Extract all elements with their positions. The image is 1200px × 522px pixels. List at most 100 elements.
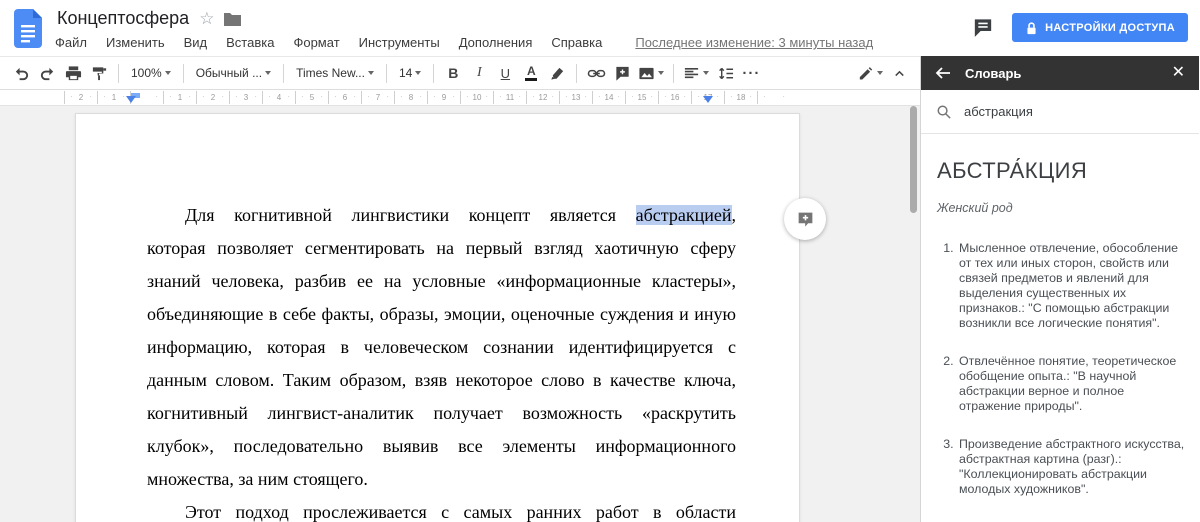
lock-icon [1025, 21, 1038, 35]
insert-comment-button[interactable] [609, 60, 635, 86]
menu-help[interactable]: Справка [551, 35, 602, 50]
add-comment-icon [796, 210, 815, 229]
ruler-cell: 11 [493, 91, 526, 104]
redo-button[interactable] [34, 60, 60, 86]
ruler-cell: 1 [163, 91, 196, 104]
back-arrow-icon[interactable] [935, 66, 951, 80]
menu-format[interactable]: Формат [293, 35, 339, 50]
insert-image-button[interactable] [635, 60, 667, 86]
ruler-cell: 13 [559, 91, 592, 104]
sidebar-search-row [921, 90, 1199, 134]
text-line: когнитивный лингвист-аналитик получает в… [147, 397, 736, 430]
ruler-cell: 12 [526, 91, 559, 104]
add-comment-fab[interactable] [784, 198, 826, 240]
left-indent-marker[interactable] [126, 96, 136, 103]
ruler-cell: 8 [394, 91, 427, 104]
ruler-cell [757, 91, 790, 104]
menubar: Файл Изменить Вид Вставка Формат Инструм… [55, 35, 873, 50]
undo-button[interactable] [8, 60, 34, 86]
close-icon[interactable]: ✕ [1172, 65, 1185, 81]
paragraph-style-select[interactable]: Обычный ... [190, 60, 277, 86]
dictionary-search-input[interactable] [964, 104, 1184, 119]
definition-item: Отвлечённое понятие, теоретическое обобщ… [957, 354, 1185, 414]
text-line: Этот подход прослеживается с самых ранни… [147, 496, 736, 522]
definitions-list: Мысленное отвлечение, обособление от тех… [937, 241, 1185, 497]
font-family-select[interactable]: Times New... [290, 60, 380, 86]
chevron-down-icon [165, 71, 171, 75]
topbar-right: НАСТРОЙКИ ДОСТУПА [972, 0, 1200, 42]
document-canvas[interactable]: Для когнитивной лингвистики концепт явля… [0, 106, 920, 522]
toolbar-separator [433, 64, 434, 83]
italic-button[interactable]: I [466, 60, 492, 86]
ruler-cell: 4 [262, 91, 295, 104]
share-button-label: НАСТРОЙКИ ДОСТУПА [1045, 22, 1175, 34]
underline-button[interactable]: U [492, 60, 518, 86]
chevron-down-icon [877, 71, 883, 75]
ruler-numbers: 21123456789101112131415161718 [64, 91, 790, 104]
ruler: 21123456789101112131415161718 [0, 90, 920, 106]
text-line: информацию, которая в человеческом созна… [147, 331, 736, 364]
align-button[interactable] [680, 60, 712, 86]
document-text: Для когнитивной лингвистики концепт явля… [147, 199, 736, 522]
right-indent-marker[interactable] [703, 96, 713, 103]
menu-tools[interactable]: Инструменты [359, 35, 440, 50]
document-column: 100% Обычный ... Times New... 14 B I U [0, 56, 921, 522]
ruler-cell: 5 [295, 91, 328, 104]
toolbar-separator [183, 64, 184, 83]
sidebar-title: Словарь [965, 66, 1021, 81]
collapse-toolbar-button[interactable] [886, 60, 912, 86]
menu-edit[interactable]: Изменить [106, 35, 165, 50]
selected-word[interactable]: абстракцией [636, 205, 732, 225]
definition-item: Мысленное отвлечение, обособление от тех… [957, 241, 1185, 331]
definition-item: Произведение абстрактного искусства, абс… [957, 437, 1185, 497]
folder-icon[interactable] [224, 12, 241, 26]
paint-format-button[interactable] [86, 60, 112, 86]
ruler-cell: 10 [460, 91, 493, 104]
chevron-down-icon [415, 71, 421, 75]
menu-insert[interactable]: Вставка [226, 35, 274, 50]
zoom-select[interactable]: 100% [125, 60, 177, 86]
ruler-cell: 18 [724, 91, 757, 104]
ruler-cell: 3 [229, 91, 262, 104]
font-size-select[interactable]: 14 [393, 60, 427, 86]
text-color-button[interactable]: A [518, 60, 544, 86]
last-edit-link[interactable]: Последнее изменение: 3 минуты назад [635, 35, 873, 50]
menu-file[interactable]: Файл [55, 35, 87, 50]
menu-addons[interactable]: Дополнения [459, 35, 533, 50]
toolbar-separator [673, 64, 674, 83]
toolbar-separator [576, 64, 577, 83]
line-spacing-button[interactable] [712, 60, 738, 86]
print-button[interactable] [60, 60, 86, 86]
insert-link-button[interactable] [583, 60, 609, 86]
more-options-button[interactable]: ··· [738, 60, 764, 86]
page[interactable]: Для когнитивной лингвистики концепт явля… [75, 113, 800, 522]
topbar: Концептосфера ☆ Файл Изменить Вид Вставк… [0, 0, 1200, 56]
dictionary-word: АБСТРА́КЦИЯ [937, 158, 1185, 184]
docs-logo-icon[interactable] [14, 9, 43, 48]
document-title[interactable]: Концептосфера [55, 8, 189, 29]
share-button[interactable]: НАСТРОЙКИ ДОСТУПА [1012, 13, 1188, 42]
toolbar-separator [283, 64, 284, 83]
comments-icon[interactable] [972, 17, 994, 38]
toolbar: 100% Обычный ... Times New... 14 B I U [0, 56, 920, 90]
search-icon [936, 104, 952, 120]
highlight-color-button[interactable] [544, 60, 570, 86]
scrollbar-thumb[interactable] [910, 106, 917, 213]
bold-button[interactable]: B [440, 60, 466, 86]
ruler-cell: 15 [625, 91, 658, 104]
text-line: Для когнитивной лингвистики концепт явля… [147, 199, 736, 232]
toolbar-separator [118, 64, 119, 83]
text-line: данным словом. Таким образом, взяв некот… [147, 364, 736, 397]
toolbar-separator [386, 64, 387, 83]
menu-view[interactable]: Вид [184, 35, 208, 50]
ruler-cell: 14 [592, 91, 625, 104]
ruler-cell: 7 [361, 91, 394, 104]
ruler-cell: 9 [427, 91, 460, 104]
editing-mode-button[interactable] [854, 60, 886, 86]
star-icon[interactable]: ☆ [199, 10, 214, 27]
chevron-down-icon [265, 71, 271, 75]
chevron-down-icon [658, 71, 664, 75]
text-line: знаний человека, разбив ее на условные «… [147, 265, 736, 298]
ruler-cell: 2 [64, 91, 97, 104]
text-line: клубок», последовательно выявив все элем… [147, 430, 736, 463]
